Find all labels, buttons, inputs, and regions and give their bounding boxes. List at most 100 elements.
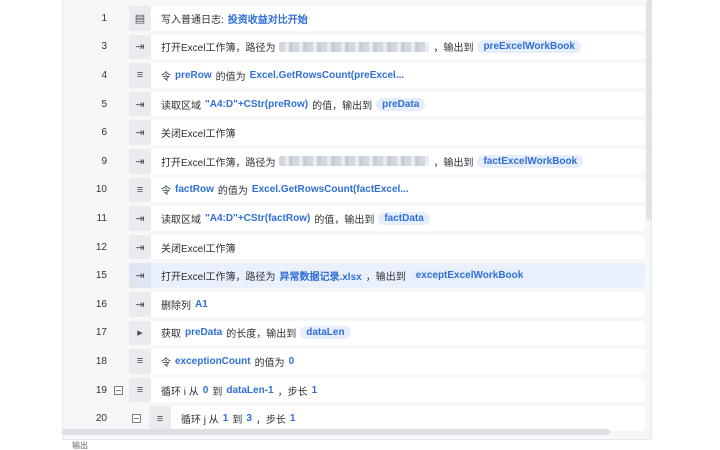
fold-toggle <box>111 11 125 25</box>
statement-card[interactable]: ⇥ 读取区域 "A4:D"+CStr(factRow) 的值，输出到 factData <box>129 206 645 231</box>
statement-row[interactable]: 17 ▸ 获取 preData 的长度，输出到 dataLen <box>63 319 645 348</box>
loop-icon: ≡ <box>149 406 171 431</box>
statement-card[interactable]: ≡ 循环 i 从 0 到 dataLen-1 ，步长 1 <box>129 377 645 403</box>
statement-row[interactable]: 15 ⇥ 打开Excel工作簿，路径为 异常数据记录.xlsx ，输出到 exceptEx… <box>63 261 645 290</box>
flow-editor: 1 ▤ 写入普通日志: 投资收益对比开始 3 ⇥ 打开Excel工作簿，路径为 ，输出到 pr… <box>0 0 720 450</box>
statement-label: 循环 i 从 <box>161 386 199 398</box>
expression: 3 <box>246 413 252 425</box>
fold-toggle[interactable] <box>111 383 125 397</box>
statement-row[interactable]: 3 ⇥ 打开Excel工作簿，路径为 ，输出到 preExcelWorkBook <box>63 33 645 62</box>
assign-icon: ≡ <box>129 63 151 88</box>
statement-list: 1 ▤ 写入普通日志: 投资收益对比开始 3 ⇥ 打开Excel工作簿，路径为 ，输出到 pr… <box>63 4 645 433</box>
statement-card[interactable]: ▸ 获取 preData 的长度，输出到 dataLen <box>129 320 645 346</box>
variable-tag[interactable]: factData <box>378 211 430 225</box>
fold-toggle <box>111 97 125 111</box>
statement-text: 循环 i 从 0 到 dataLen-1 ，步长 1 <box>161 383 317 398</box>
line-number: 19 <box>95 384 107 396</box>
expression: exceptionCount <box>175 355 251 367</box>
statement-label: 令 <box>161 71 171 83</box>
statement-label: 打开Excel工作簿，路径为 <box>161 157 276 169</box>
statement-text: 读取区域 "A4:D"+CStr(factRow) 的值，输出到 factData <box>161 211 430 226</box>
statement-row[interactable]: 11 ⇥ 读取区域 "A4:D"+CStr(factRow) 的值，输出到 factDat… <box>63 204 645 233</box>
statement-card[interactable]: ⇥ 读取区域 "A4:D"+CStr(preRow) 的值，输出到 preData <box>129 91 645 117</box>
expression: 0 <box>288 355 295 367</box>
fold-toggle <box>111 183 125 197</box>
statement-label: 的值，输出到 <box>312 100 373 112</box>
statement-card[interactable]: ⇥ 关闭Excel工作簿 <box>129 234 645 260</box>
statement-row[interactable]: 4 ≡ 令 preRow 的值为 Excel.GetRowsCount(preExcel.… <box>63 61 645 90</box>
statement-row[interactable]: 10 ≡ 令 factRow 的值为 Excel.GetRowsCount(factExc… <box>63 176 645 205</box>
line-number: 12 <box>95 241 107 253</box>
line-number: 1 <box>101 12 107 24</box>
redacted-path <box>279 156 430 167</box>
line-number: 11 <box>96 212 107 224</box>
excel-open-icon: ⇥ <box>129 148 151 174</box>
statement-label: 写入普通日志: <box>161 14 224 26</box>
statement-row[interactable]: 19 ≡ 循环 i 从 0 到 dataLen-1 ，步长 1 <box>63 376 645 405</box>
horizontal-scrollbar[interactable] <box>62 429 610 435</box>
statement-card[interactable]: ⇥ 打开Excel工作簿，路径为 异常数据记录.xlsx ，输出到 exceptExce… <box>129 263 645 288</box>
variable-tag[interactable]: dataLen <box>300 326 351 340</box>
statement-card[interactable]: ≡ 令 preRow 的值为 Excel.GetRowsCount(preExcel..… <box>129 63 645 88</box>
statement-card[interactable]: ≡ 令 exceptionCount 的值为 0 <box>129 349 645 374</box>
variable-tag[interactable]: preData <box>376 97 426 111</box>
statement-card[interactable]: ≡ 令 factRow 的值为 Excel.GetRowsCount(factExcel… <box>129 177 645 203</box>
statement-label: ，步长 <box>277 386 308 398</box>
statement-card[interactable]: ⇥ 关闭Excel工作簿 <box>129 120 645 145</box>
expression: "A4:D"+CStr(preRow) <box>205 98 309 110</box>
fold-toggle <box>111 154 125 168</box>
expression: A1 <box>195 298 208 310</box>
fold-toggle <box>111 326 125 340</box>
statement-label: 获取 <box>161 329 181 341</box>
log-icon: ▤ <box>129 6 151 31</box>
expression: factRow <box>175 184 214 196</box>
variable-tag[interactable]: exceptExcelWorkBook <box>409 269 530 283</box>
statement-card[interactable]: ⇥ 删除列 A1 <box>129 291 645 317</box>
statement-card[interactable]: ⇥ 打开Excel工作簿，路径为 ，输出到 factExcelWorkBook <box>129 148 645 174</box>
statement-row[interactable]: 1 ▤ 写入普通日志: 投资收益对比开始 <box>63 4 645 33</box>
statement-row[interactable]: 12 ⇥ 关闭Excel工作簿 <box>63 233 645 262</box>
statement-row[interactable]: 16 ⇥ 删除列 A1 <box>63 290 645 319</box>
statement-row[interactable]: 5 ⇥ 读取区域 "A4:D"+CStr(preRow) 的值，输出到 preData <box>63 90 645 119</box>
statement-card[interactable]: ⇥ 打开Excel工作簿，路径为 ，输出到 preExcelWorkBook <box>129 34 645 60</box>
fold-toggle <box>111 126 125 140</box>
expression: preData <box>185 327 223 339</box>
collapse-icon <box>113 385 123 395</box>
output-tab[interactable]: 输出 <box>62 439 652 450</box>
line-number: 6 <box>101 127 107 139</box>
statement-label: 读取区域 <box>161 214 201 226</box>
statement-row[interactable]: 18 ≡ 令 exceptionCount 的值为 0 <box>63 347 645 376</box>
statement-text: 打开Excel工作簿，路径为 异常数据记录.xlsx ，输出到 exceptExcel… <box>161 268 530 284</box>
read-range-icon: ⇥ <box>129 91 151 117</box>
line-number: 3 <box>101 41 107 53</box>
expression: Excel.GetRowsCount(factExcel... <box>251 184 409 196</box>
statement-card[interactable]: ≡ 循环 j 从 1 到 3 ，步长 1 <box>131 406 645 431</box>
fold-toggle[interactable] <box>129 412 143 426</box>
line-number: 4 <box>101 69 107 81</box>
expression: 异常数据记录.xlsx <box>279 272 362 284</box>
fold-toggle <box>111 269 125 283</box>
assign-icon: ≡ <box>129 177 151 203</box>
variable-tag[interactable]: factExcelWorkBook <box>477 154 584 168</box>
statement-card[interactable]: ▤ 写入普通日志: 投资收益对比开始 <box>129 6 645 31</box>
line-number: 15 <box>95 270 107 282</box>
statement-text: 令 preRow 的值为 Excel.GetRowsCount(preExcel... <box>161 68 404 83</box>
redacted-path <box>279 41 430 52</box>
fold-toggle <box>111 68 125 82</box>
statement-label: ，输出到 <box>433 157 474 169</box>
expression: 1 <box>311 384 318 396</box>
statement-text: 写入普通日志: 投资收益对比开始 <box>161 11 308 26</box>
expression: 1 <box>222 413 229 425</box>
statement-text: 打开Excel工作簿，路径为 ，输出到 preExcelWorkBook <box>161 39 581 54</box>
read-range-icon: ⇥ <box>129 206 151 231</box>
collapse-icon <box>131 414 141 424</box>
line-number: 9 <box>101 155 107 167</box>
variable-tag[interactable]: preExcelWorkBook <box>477 40 581 54</box>
statement-row[interactable]: 6 ⇥ 关闭Excel工作簿 <box>63 118 645 147</box>
line-number: 5 <box>101 98 107 110</box>
statement-row[interactable]: 9 ⇥ 打开Excel工作簿，路径为 ，输出到 factExcelWorkBook <box>63 147 645 176</box>
vertical-scrollbar[interactable] <box>646 0 652 220</box>
excel-close-icon: ⇥ <box>129 120 151 145</box>
statement-text: 令 exceptionCount 的值为 0 <box>161 354 294 369</box>
statement-label: 读取区域 <box>161 100 201 112</box>
